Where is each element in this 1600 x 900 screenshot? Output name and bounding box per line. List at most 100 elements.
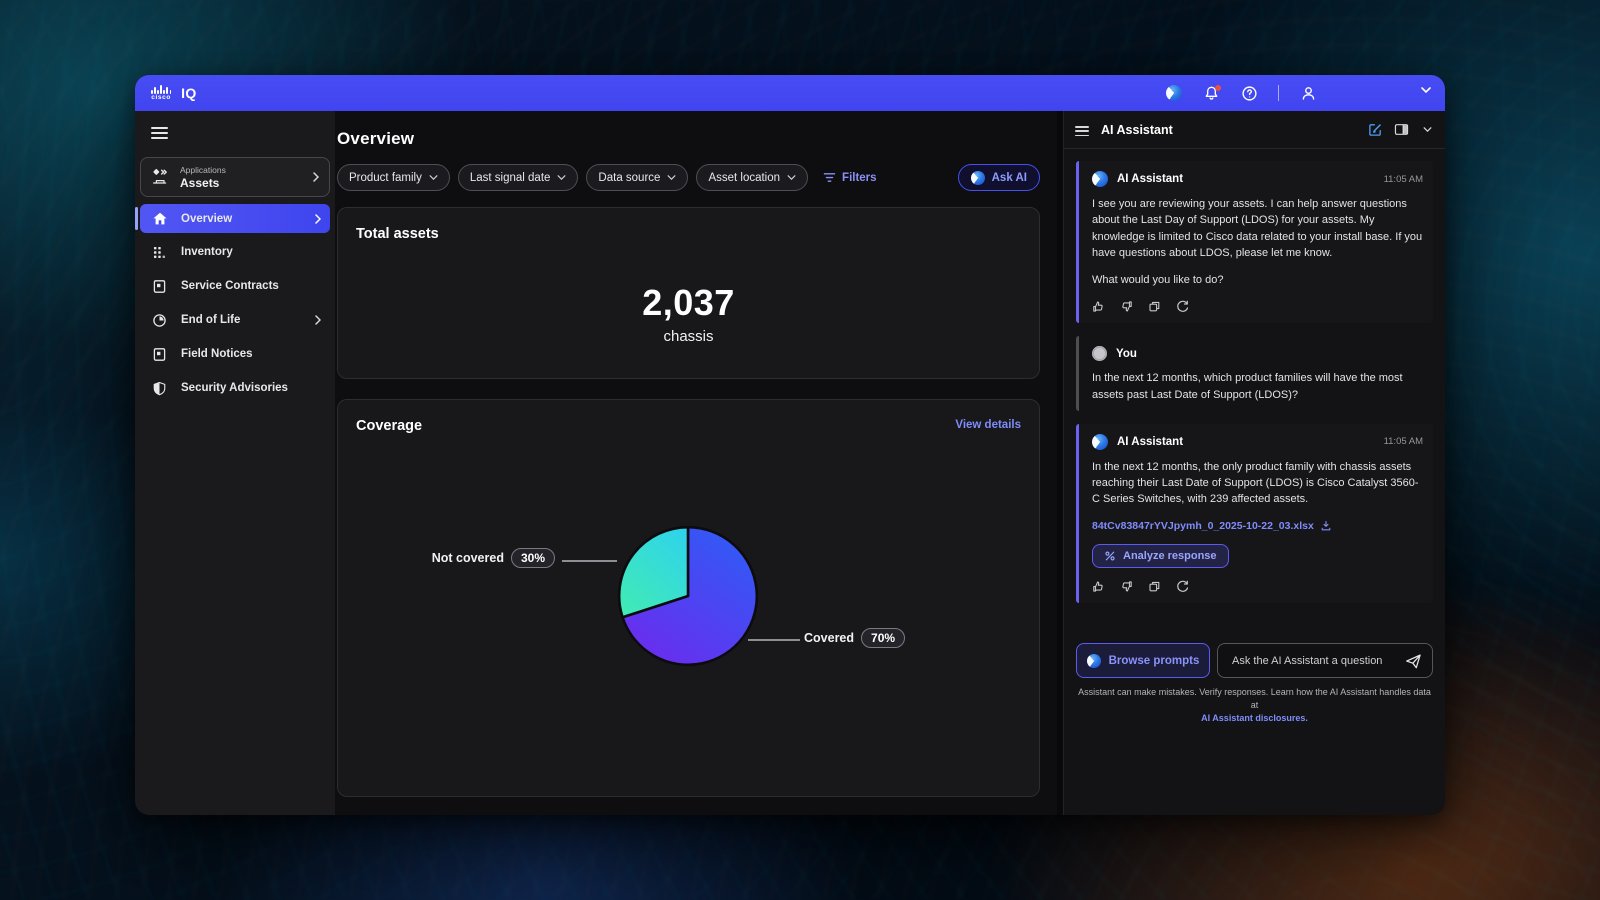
page-title: Overview [337, 129, 1057, 149]
not-covered-percent-badge: 30% [511, 548, 555, 568]
user-profile-icon[interactable] [1299, 84, 1317, 102]
app-switcher-assets[interactable]: Applications Assets [140, 157, 330, 197]
message-header: You [1092, 346, 1423, 361]
total-assets-title: Total assets [356, 226, 1021, 242]
filter-chip-asset-location[interactable]: Asset location [696, 164, 808, 191]
not-covered-label: Not covered 30% [432, 548, 555, 568]
new-chat-icon[interactable] [1367, 122, 1383, 138]
copy-icon[interactable] [1148, 580, 1161, 593]
download-icon[interactable] [1320, 520, 1332, 532]
topbar-chevron-down-icon[interactable] [1421, 87, 1431, 93]
filter-chip-last-signal-date[interactable]: Last signal date [458, 164, 579, 191]
sidebar-item-label: Field Notices [181, 348, 253, 360]
covered-label: Covered 70% [804, 628, 905, 648]
attachment-link[interactable]: 84tCv83847rYVJpymh_0_2025-10-22_03.xlsx [1092, 520, 1423, 532]
coverage-title: Coverage [356, 418, 1021, 434]
panel-layout-icon[interactable] [1393, 122, 1409, 138]
message-timestamp: 11:05 AM [1384, 174, 1423, 185]
home-icon [151, 210, 168, 227]
callout-line-not-covered [562, 560, 617, 562]
sidebar-item-label: Security Advisories [181, 382, 288, 394]
coverage-pie-chart [614, 522, 762, 670]
notifications-bell-icon[interactable] [1202, 84, 1220, 102]
message-paragraph: I see you are reviewing your assets. I c… [1092, 196, 1423, 261]
assistant-input-wrapper [1217, 643, 1433, 678]
assistant-footer: Browse prompts Assistant can make mi [1076, 643, 1433, 725]
help-icon[interactable] [1240, 84, 1258, 102]
filter-chip-product-family[interactable]: Product family [337, 164, 450, 191]
disclaimer-link[interactable]: AI Assistant disclosures. [1201, 713, 1308, 723]
total-assets-card: Total assets 2,037 chassis [337, 207, 1040, 379]
message-sender: AI Assistant [1117, 173, 1183, 185]
filter-chip-label: Product family [349, 172, 422, 184]
notification-dot [1215, 85, 1221, 91]
thumbs-down-icon[interactable] [1120, 580, 1133, 593]
main-content: Overview Product family Last signal date… [335, 111, 1057, 815]
regenerate-icon[interactable] [1176, 300, 1189, 313]
sidebar-item-inventory[interactable]: Inventory [140, 238, 330, 266]
chevron-down-icon [667, 175, 676, 180]
product-name: IQ [181, 85, 196, 101]
message-paragraph: What would you like to do? [1092, 272, 1423, 288]
assistant-input-row: Browse prompts [1076, 643, 1433, 678]
sidebar-item-service-contracts[interactable]: Service Contracts [140, 272, 330, 300]
ai-assistant-toggle-icon[interactable] [1166, 85, 1182, 101]
callout-line-covered [748, 639, 800, 641]
coverage-card: Coverage View details Not covered 30% Co… [337, 399, 1040, 797]
user-message: You In the next 12 months, which product… [1076, 336, 1433, 411]
sidebar-item-overview[interactable]: Overview [140, 204, 330, 233]
sidebar-menu-icon[interactable] [151, 127, 168, 139]
send-icon[interactable] [1405, 653, 1422, 670]
browse-prompts-button[interactable]: Browse prompts [1076, 643, 1210, 678]
thumbs-up-icon[interactable] [1092, 300, 1105, 313]
view-details-link[interactable]: View details [955, 419, 1021, 431]
brand[interactable]: cisco IQ [151, 85, 197, 102]
filters-button[interactable]: Filters [823, 172, 877, 184]
assistant-question-input[interactable] [1232, 655, 1398, 667]
analyze-response-button[interactable]: Analyze response [1092, 544, 1229, 568]
message-body: I see you are reviewing your assets. I c… [1092, 196, 1423, 288]
disclaimer-text: Assistant can make mistakes. Verify resp… [1078, 687, 1431, 710]
ai-logo-icon [1087, 654, 1101, 668]
cisco-bars-icon [151, 85, 171, 94]
filter-chip-label: Last signal date [470, 172, 551, 184]
chevron-right-icon [313, 172, 319, 182]
message-body: In the next 12 months, which product fam… [1092, 370, 1423, 403]
browse-prompts-label: Browse prompts [1109, 655, 1200, 667]
ask-ai-button[interactable]: Ask AI [958, 164, 1040, 191]
regenerate-icon[interactable] [1176, 580, 1189, 593]
cisco-logo-text: cisco [151, 95, 171, 102]
sidebar-item-field-notices[interactable]: Field Notices [140, 340, 330, 368]
chevron-down-icon[interactable] [1419, 122, 1435, 138]
filter-bar: Product family Last signal date Data sou… [337, 164, 1040, 191]
assistant-header-actions [1367, 122, 1435, 138]
message-paragraph: In the next 12 months, which product fam… [1092, 370, 1423, 403]
filter-chip-label: Asset location [708, 172, 780, 184]
ai-assistant-header: AI Assistant [1064, 111, 1445, 149]
message-actions [1092, 300, 1423, 315]
thumbs-down-icon[interactable] [1120, 300, 1133, 313]
assistant-menu-icon[interactable] [1075, 126, 1089, 139]
topbar-divider [1278, 85, 1279, 101]
shield-icon [151, 380, 168, 397]
message-header: AI Assistant 11:05 AM [1092, 171, 1423, 187]
sidebar-item-security-advisories[interactable]: Security Advisories [140, 374, 330, 402]
inventory-grid-icon [151, 244, 168, 261]
sidebar-item-end-of-life[interactable]: End of Life [140, 306, 330, 334]
sidebar-item-label: Overview [181, 213, 232, 225]
assets-app-icon [151, 168, 170, 187]
copy-icon[interactable] [1148, 300, 1161, 313]
assistant-message: AI Assistant 11:05 AM I see you are revi… [1076, 161, 1433, 323]
app-name-label: Assets [180, 176, 226, 190]
sidebar-nav: Overview [140, 204, 330, 402]
topbar: cisco IQ [135, 75, 1445, 111]
ai-assistant-panel: AI Assistant [1063, 111, 1445, 815]
thumbs-up-icon[interactable] [1092, 580, 1105, 593]
not-covered-text: Not covered [432, 551, 504, 565]
message-actions [1092, 580, 1423, 595]
app-category-label: Applications [180, 165, 226, 175]
filter-chip-data-source[interactable]: Data source [586, 164, 688, 191]
chevron-down-icon [787, 175, 796, 180]
chevron-down-icon [557, 175, 566, 180]
chevron-right-icon [315, 315, 321, 325]
